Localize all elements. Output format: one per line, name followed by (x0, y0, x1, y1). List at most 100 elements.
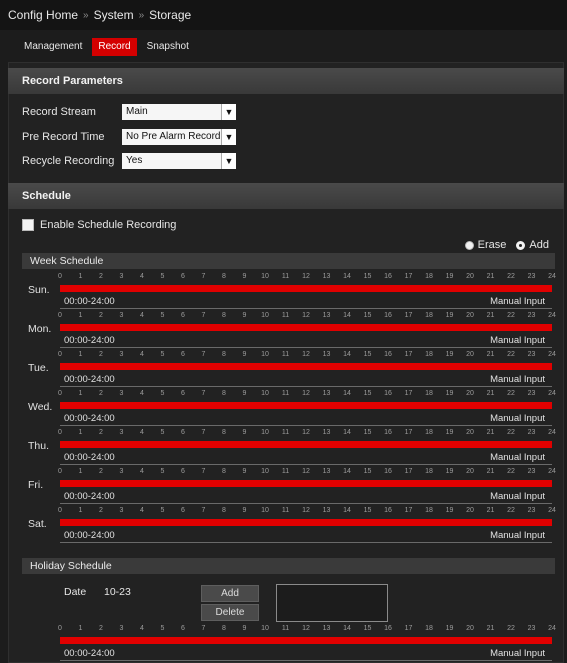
hour-tick-label: 6 (181, 625, 185, 632)
tab-management[interactable]: Management (18, 38, 88, 56)
hour-axis: 0 1 2 3 4 5 6 7 8 9 10 11 12 13 14 15 16 17 18 19 20 21 22 23 24 (58, 312, 556, 322)
schedule-bar[interactable] (60, 402, 552, 409)
hour-tick-label: 10 (261, 351, 269, 358)
recycle-recording-select[interactable]: Yes ▼ (122, 153, 236, 169)
row-divider (60, 503, 552, 504)
chevron-down-icon[interactable]: ▼ (221, 104, 236, 120)
hour-tick-label: 13 (322, 312, 331, 319)
hour-tick-label: 18 (425, 429, 433, 436)
hour-tick-label: 14 (343, 312, 351, 319)
hour-tick-label: 4 (140, 312, 144, 319)
holiday-date-list[interactable] (276, 584, 388, 622)
hour-tick-label: 5 (160, 312, 165, 319)
manual-input-link[interactable]: Manual Input (490, 413, 545, 424)
schedule-bar[interactable] (60, 637, 552, 644)
row-divider (60, 347, 552, 348)
hour-tick-label: 19 (445, 351, 454, 358)
chevron-down-icon[interactable]: ▼ (221, 129, 236, 145)
hour-tick-label: 6 (181, 507, 185, 514)
hour-tick-label: 1 (78, 468, 83, 475)
manual-input-link[interactable]: Manual Input (490, 296, 545, 307)
hour-tick-label: 7 (201, 625, 206, 632)
hour-tick-label: 8 (222, 429, 226, 436)
holiday-date-value[interactable]: 10-23 (104, 586, 131, 598)
hour-tick-label: 16 (384, 507, 392, 514)
hour-tick-label: 14 (343, 390, 351, 397)
hour-tick-label: 9 (242, 468, 247, 475)
chevron-down-icon[interactable]: ▼ (221, 153, 236, 169)
day-label: Tue. (28, 362, 49, 374)
hour-tick-label: 6 (181, 429, 185, 436)
hour-tick-label: 21 (486, 468, 495, 475)
hour-tick-label: 24 (548, 429, 556, 436)
manual-input-link[interactable]: Manual Input (490, 648, 545, 659)
tab-record[interactable]: Record (92, 38, 137, 56)
tab-snapshot[interactable]: Snapshot (141, 38, 195, 56)
holiday-delete-button[interactable]: Delete (201, 604, 259, 621)
holiday-date-label: Date (64, 586, 87, 598)
hour-tick-label: 24 (548, 468, 556, 475)
hour-tick-label: 23 (527, 468, 536, 475)
schedule-bar[interactable] (60, 480, 552, 487)
erase-label: Erase (477, 239, 507, 251)
pre-record-time-select[interactable]: No Pre Alarm Record ▼ (122, 129, 236, 145)
hour-tick-label: 13 (322, 390, 331, 397)
pre-record-time-label: Pre Record Time (22, 131, 105, 143)
hour-tick-label: 4 (140, 390, 144, 397)
hour-tick-label: 16 (384, 429, 392, 436)
day-label: Sun. (28, 284, 50, 296)
pre-record-time-row: Pre Record Time No Pre Alarm Record ▼ (22, 128, 236, 146)
hour-tick-label: 7 (201, 351, 206, 358)
hour-tick-label: 23 (527, 390, 536, 397)
hour-tick-label: 0 (58, 390, 62, 397)
hour-tick-label: 14 (343, 625, 351, 632)
hour-tick-label: 1 (78, 625, 83, 632)
schedule-bar[interactable] (60, 441, 552, 448)
schedule-bar[interactable] (60, 519, 552, 526)
time-range-text: 00:00-24:00 (64, 491, 115, 502)
schedule-bar[interactable] (60, 285, 552, 292)
hour-tick-label: 7 (201, 429, 206, 436)
hour-tick-label: 21 (486, 625, 495, 632)
breadcrumb-separator: » (138, 9, 145, 21)
holiday-add-button[interactable]: Add (201, 585, 259, 602)
day-label: Thu. (28, 440, 50, 452)
hour-tick-label: 5 (160, 273, 165, 280)
hour-tick-label: 9 (242, 312, 247, 319)
hour-axis: 0 1 2 3 4 5 6 7 8 9 10 11 12 13 14 15 16 17 18 19 20 21 22 23 24 (58, 351, 556, 361)
hour-axis: 0 1 2 3 4 5 6 7 8 9 10 11 12 13 14 15 16 17 18 19 20 21 22 23 24 (58, 273, 556, 283)
hour-tick-label: 15 (363, 468, 372, 475)
schedule-bar[interactable] (60, 363, 552, 370)
hour-tick-label: 13 (322, 507, 331, 514)
manual-input-link[interactable]: Manual Input (490, 530, 545, 541)
hour-tick-label: 24 (548, 351, 556, 358)
hour-tick-label: 4 (140, 507, 144, 514)
hour-tick-label: 18 (425, 507, 433, 514)
hour-tick-label: 22 (507, 625, 515, 632)
add-radio[interactable] (516, 240, 526, 250)
hour-tick-label: 1 (78, 312, 83, 319)
hour-tick-label: 15 (363, 429, 372, 436)
hour-tick-label: 18 (425, 312, 433, 319)
hour-tick-label: 23 (527, 625, 536, 632)
manual-input-link[interactable]: Manual Input (490, 491, 545, 502)
hour-tick-label: 0 (58, 273, 62, 280)
manual-input-link[interactable]: Manual Input (490, 335, 545, 346)
hour-tick-label: 17 (404, 273, 413, 280)
manual-input-link[interactable]: Manual Input (490, 374, 545, 385)
hour-tick-label: 8 (222, 468, 226, 475)
schedule-bar[interactable] (60, 324, 552, 331)
tab-bar: Management Record Snapshot (18, 38, 195, 56)
hour-tick-label: 22 (507, 273, 515, 280)
enable-schedule-checkbox[interactable] (22, 219, 34, 231)
hour-tick-label: 17 (404, 312, 413, 319)
hour-tick-label: 12 (302, 390, 310, 397)
record-stream-select[interactable]: Main ▼ (122, 104, 236, 120)
schedule-header: Schedule (8, 183, 564, 209)
breadcrumb-item-system[interactable]: System (94, 8, 134, 22)
breadcrumb-item-config-home[interactable]: Config Home (8, 8, 78, 22)
hour-tick-label: 20 (466, 390, 474, 397)
erase-radio[interactable] (464, 240, 474, 250)
manual-input-link[interactable]: Manual Input (490, 452, 545, 463)
hour-axis: 0 1 2 3 4 5 6 7 8 9 10 11 12 13 14 15 16 17 18 19 20 21 22 23 24 (58, 468, 556, 478)
